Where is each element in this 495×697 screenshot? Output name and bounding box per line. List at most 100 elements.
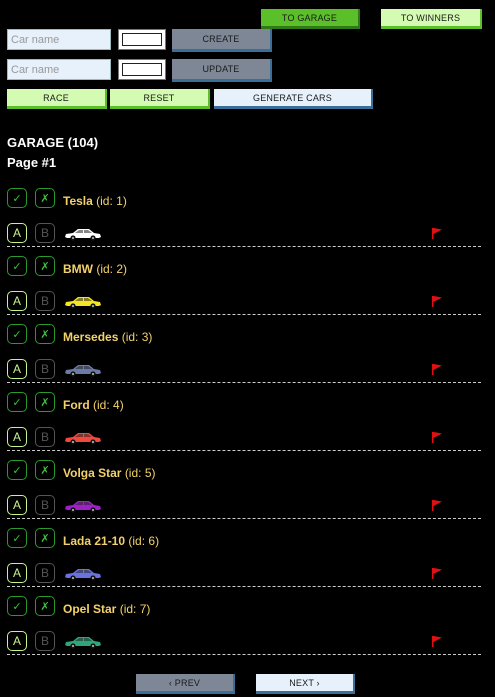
car-icon	[65, 365, 101, 377]
car-name: Volga Star	[63, 466, 122, 480]
select-car-button[interactable]: ✓	[7, 596, 27, 616]
car-icon	[65, 637, 101, 649]
track-line	[7, 586, 481, 587]
car-title: Volga Star (id: 5)	[63, 466, 156, 480]
select-car-button[interactable]: ✓	[7, 392, 27, 412]
car-name: Tesla	[63, 194, 93, 208]
update-button[interactable]: UPDATE	[172, 59, 272, 82]
start-engine-button[interactable]: A	[7, 495, 27, 515]
finish-flag-icon	[432, 228, 442, 239]
start-engine-button[interactable]: A	[7, 291, 27, 311]
check-icon: ✓	[12, 396, 22, 409]
car-id: (id: 5)	[124, 466, 156, 480]
prev-page-button[interactable]: ‹ PREV	[136, 674, 235, 694]
check-icon: ✓	[12, 600, 22, 613]
track-line	[7, 382, 481, 383]
remove-car-button[interactable]: ✗	[35, 256, 55, 276]
race-button[interactable]: RACE	[7, 89, 107, 109]
finish-flag-icon	[432, 500, 442, 511]
stop-engine-button[interactable]: B	[35, 427, 55, 447]
stop-engine-button[interactable]: B	[35, 223, 55, 243]
cross-icon: ✗	[40, 396, 50, 409]
car-title: BMW (id: 2)	[63, 262, 127, 276]
update-color-picker[interactable]	[118, 59, 166, 80]
update-name-input[interactable]	[7, 59, 111, 80]
reset-button[interactable]: RESET	[110, 89, 210, 109]
cross-icon: ✗	[40, 600, 50, 613]
track-line	[7, 654, 481, 655]
stop-engine-button[interactable]: B	[35, 631, 55, 651]
remove-car-button[interactable]: ✗	[35, 392, 55, 412]
car-title: Ford (id: 4)	[63, 398, 124, 412]
car-icon	[65, 569, 101, 581]
car-track: ✓ ✗ Ford (id: 4) A B	[7, 392, 481, 461]
track-line	[7, 314, 481, 315]
car-id: (id: 3)	[121, 330, 153, 344]
finish-flag-icon	[432, 636, 442, 647]
car-name: Opel Star	[63, 602, 117, 616]
car-track: ✓ ✗ Tesla (id: 1) A B	[7, 188, 481, 257]
car-id: (id: 7)	[119, 602, 151, 616]
create-button[interactable]: CREATE	[172, 29, 272, 52]
page-number: Page #1	[7, 155, 57, 170]
car-name: Ford	[63, 398, 90, 412]
create-color-picker[interactable]	[118, 29, 166, 50]
car-track: ✓ ✗ Opel Star (id: 7) A B	[7, 596, 481, 665]
car-name: BMW	[63, 262, 93, 276]
car-id: (id: 4)	[93, 398, 124, 412]
remove-car-button[interactable]: ✗	[35, 596, 55, 616]
car-id: (id: 2)	[96, 262, 128, 276]
start-engine-button[interactable]: A	[7, 631, 27, 651]
remove-car-button[interactable]: ✗	[35, 528, 55, 548]
select-car-button[interactable]: ✓	[7, 256, 27, 276]
to-winners-button[interactable]: TO WINNERS	[381, 9, 482, 29]
select-car-button[interactable]: ✓	[7, 188, 27, 208]
car-track: ✓ ✗ BMW (id: 2) A B	[7, 256, 481, 325]
car-icon	[65, 501, 101, 513]
cross-icon: ✗	[40, 328, 50, 341]
car-title: Opel Star (id: 7)	[63, 602, 150, 616]
stop-engine-button[interactable]: B	[35, 563, 55, 583]
car-track: ✓ ✗ Mersedes (id: 3) A B	[7, 324, 481, 393]
car-name: Lada 21-10	[63, 534, 126, 548]
create-name-input[interactable]	[7, 29, 111, 50]
car-title: Tesla (id: 1)	[63, 194, 127, 208]
remove-car-button[interactable]: ✗	[35, 460, 55, 480]
select-car-button[interactable]: ✓	[7, 324, 27, 344]
finish-flag-icon	[432, 568, 442, 579]
next-page-button[interactable]: NEXT ›	[256, 674, 355, 694]
remove-car-button[interactable]: ✗	[35, 324, 55, 344]
start-engine-button[interactable]: A	[7, 223, 27, 243]
car-icon	[65, 297, 101, 309]
track-line	[7, 518, 481, 519]
update-color-swatch	[122, 63, 162, 76]
car-icon	[65, 229, 101, 241]
stop-engine-button[interactable]: B	[35, 291, 55, 311]
car-track: ✓ ✗ Lada 21-10 (id: 6) A B	[7, 528, 481, 597]
create-color-swatch	[122, 33, 162, 46]
car-title: Mersedes (id: 3)	[63, 330, 152, 344]
check-icon: ✓	[12, 532, 22, 545]
generate-cars-button[interactable]: GENERATE CARS	[214, 89, 373, 109]
stop-engine-button[interactable]: B	[35, 495, 55, 515]
select-car-button[interactable]: ✓	[7, 528, 27, 548]
to-garage-button[interactable]: TO GARAGE	[261, 9, 360, 29]
finish-flag-icon	[432, 432, 442, 443]
cross-icon: ✗	[40, 192, 50, 205]
check-icon: ✓	[12, 192, 22, 205]
check-icon: ✓	[12, 260, 22, 273]
cross-icon: ✗	[40, 464, 50, 477]
app-root: TO GARAGE TO WINNERS CREATE UPDATE RACE …	[0, 0, 495, 697]
track-line	[7, 246, 481, 247]
track-line	[7, 450, 481, 451]
select-car-button[interactable]: ✓	[7, 460, 27, 480]
start-engine-button[interactable]: A	[7, 563, 27, 583]
finish-flag-icon	[432, 364, 442, 375]
stop-engine-button[interactable]: B	[35, 359, 55, 379]
start-engine-button[interactable]: A	[7, 359, 27, 379]
cross-icon: ✗	[40, 532, 50, 545]
check-icon: ✓	[12, 464, 22, 477]
start-engine-button[interactable]: A	[7, 427, 27, 447]
remove-car-button[interactable]: ✗	[35, 188, 55, 208]
car-icon	[65, 433, 101, 445]
